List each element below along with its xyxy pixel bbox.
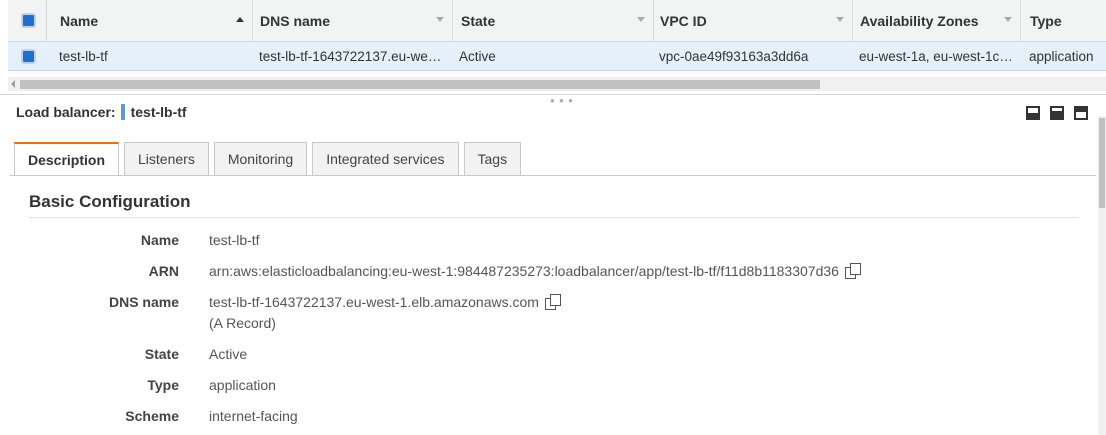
sort-icon bbox=[637, 17, 645, 22]
field-value-scheme: internet-facing bbox=[209, 408, 298, 424]
tab-description[interactable]: Description bbox=[14, 142, 120, 176]
cell-name: test-lb-tf bbox=[59, 49, 108, 64]
column-header-state[interactable]: State bbox=[461, 0, 653, 42]
select-all-checkbox[interactable] bbox=[21, 13, 36, 28]
cell-type: application bbox=[1029, 49, 1094, 64]
field-value-name: test-lb-tf bbox=[209, 232, 260, 248]
detail-tabs: Description Listeners Monitoring Integra… bbox=[14, 142, 526, 176]
detail-title-label: Load balancer: bbox=[16, 104, 116, 120]
column-header-availability-zones[interactable]: Availability Zones bbox=[860, 0, 1020, 42]
vertical-scrollbar[interactable] bbox=[1098, 116, 1106, 435]
scrollbar-thumb[interactable] bbox=[20, 80, 820, 89]
sort-icon bbox=[436, 17, 444, 22]
column-header-type[interactable]: Type bbox=[1030, 0, 1106, 42]
scroll-left-icon[interactable] bbox=[11, 80, 15, 88]
table-header: Name DNS name State VPC ID Availability … bbox=[8, 0, 1106, 42]
field-value-type: application bbox=[209, 377, 276, 393]
field-label-state: State bbox=[144, 346, 179, 362]
column-header-label: Name bbox=[60, 13, 99, 29]
field-label-arn: ARN bbox=[148, 263, 179, 279]
section-title: Basic Configuration bbox=[29, 192, 191, 211]
cell-state: Active bbox=[459, 49, 496, 64]
detail-title-value: test-lb-tf bbox=[130, 104, 187, 120]
column-header-label: DNS name bbox=[260, 13, 331, 29]
column-divider bbox=[1020, 0, 1021, 42]
column-header-label: Type bbox=[1030, 13, 1062, 29]
load-balancer-table: Name DNS name State VPC ID Availability … bbox=[0, 0, 1106, 95]
detail-title: Load balancer: test-lb-tf bbox=[16, 104, 187, 120]
field-note-dns-record: (A Record) bbox=[209, 315, 276, 331]
tab-monitoring[interactable]: Monitoring bbox=[213, 142, 308, 175]
sort-ascending-icon bbox=[236, 17, 244, 22]
cell-dns-name: test-lb-tf-1643722137.eu-we… bbox=[259, 49, 442, 64]
row-checkbox[interactable] bbox=[21, 49, 36, 64]
sort-icon bbox=[1004, 17, 1012, 22]
table-row[interactable]: test-lb-tf test-lb-tf-1643722137.eu-we… … bbox=[8, 42, 1106, 71]
horizontal-scrollbar[interactable] bbox=[8, 77, 1106, 91]
field-value-arn-wrap: arn:aws:elasticloadbalancing:eu-west-1:9… bbox=[209, 263, 861, 279]
layout-bottom-icon[interactable] bbox=[1026, 106, 1040, 120]
section-divider bbox=[29, 217, 1079, 218]
tabs-divider bbox=[10, 175, 1096, 176]
field-label-dns-name: DNS name bbox=[108, 294, 179, 310]
column-header-label: Availability Zones bbox=[860, 13, 979, 29]
column-header-name[interactable]: Name bbox=[60, 0, 252, 42]
column-divider bbox=[46, 0, 47, 42]
copy-icon[interactable] bbox=[544, 294, 561, 310]
sort-icon bbox=[836, 17, 844, 22]
column-header-label: VPC ID bbox=[660, 13, 707, 29]
field-label-type: Type bbox=[147, 377, 179, 393]
field-value-dns-name: test-lb-tf-1643722137.eu-west-1.elb.amaz… bbox=[209, 294, 539, 310]
layout-split-icon[interactable] bbox=[1050, 106, 1064, 120]
tab-integrated-services[interactable]: Integrated services bbox=[312, 142, 459, 175]
column-divider bbox=[653, 0, 654, 42]
resize-handle[interactable]: ● ● ● bbox=[550, 96, 574, 105]
column-divider bbox=[252, 0, 253, 42]
copy-icon[interactable] bbox=[844, 263, 861, 279]
cell-availability-zones: eu-west-1a, eu-west-1c… bbox=[859, 49, 1013, 64]
field-value-state: Active bbox=[209, 346, 248, 362]
column-header-label: State bbox=[461, 13, 496, 29]
layout-top-icon[interactable] bbox=[1074, 106, 1088, 120]
panel-layout-controls bbox=[1026, 106, 1088, 120]
field-value-dns-wrap: test-lb-tf-1643722137.eu-west-1.elb.amaz… bbox=[209, 294, 561, 310]
field-label-scheme: Scheme bbox=[125, 408, 179, 424]
tab-tags[interactable]: Tags bbox=[463, 142, 522, 175]
column-header-dns-name[interactable]: DNS name bbox=[260, 0, 452, 42]
column-header-vpc-id[interactable]: VPC ID bbox=[660, 0, 852, 42]
field-value-arn: arn:aws:elasticloadbalancing:eu-west-1:9… bbox=[209, 263, 839, 279]
field-label-name: Name bbox=[140, 232, 179, 248]
scrollbar-thumb[interactable] bbox=[1099, 118, 1105, 208]
title-accent-bar bbox=[120, 104, 125, 120]
column-divider bbox=[852, 0, 853, 42]
cell-vpc-id: vpc-0ae49f93163a3dd6a bbox=[659, 49, 809, 64]
column-divider bbox=[452, 0, 453, 42]
tab-listeners[interactable]: Listeners bbox=[124, 142, 209, 175]
